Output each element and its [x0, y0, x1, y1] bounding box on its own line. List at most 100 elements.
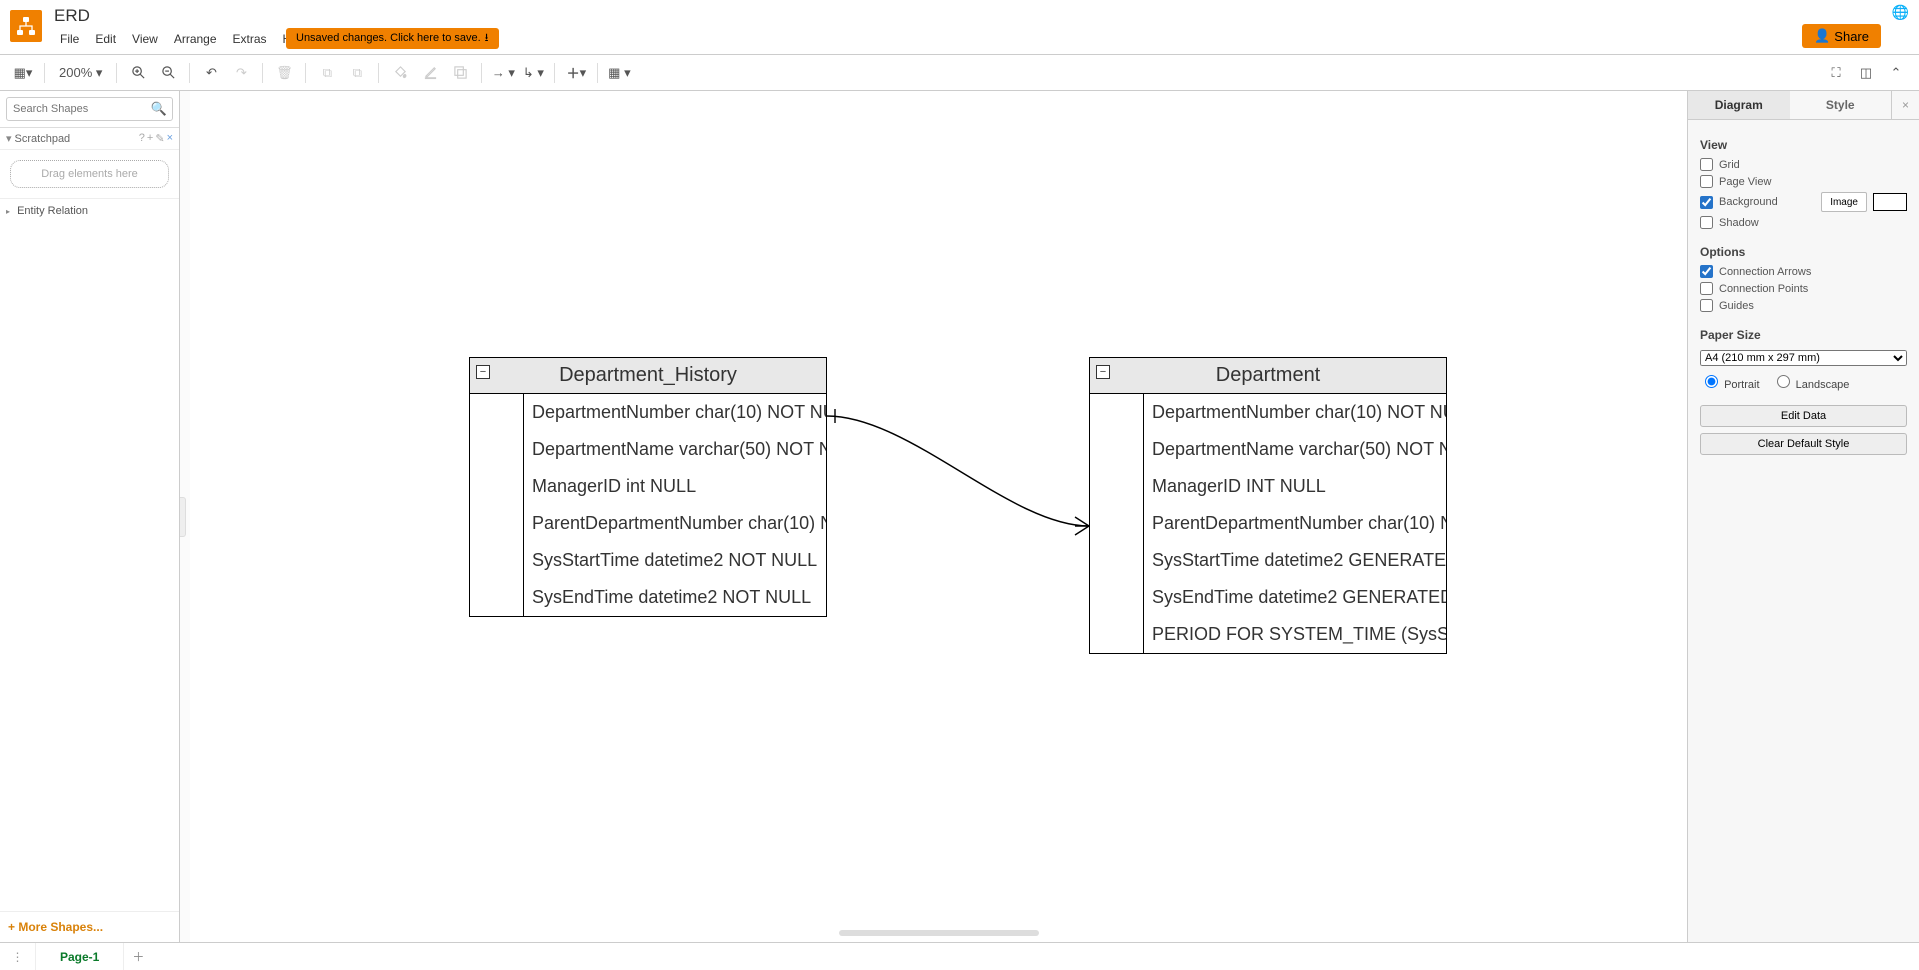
- collapse-toolbar-button[interactable]: ⌃: [1883, 60, 1909, 86]
- zoom-in-button[interactable]: [125, 60, 151, 86]
- chk-conn-arrows[interactable]: Connection Arrows: [1700, 263, 1907, 280]
- chk-conn-points[interactable]: Connection Points: [1700, 280, 1907, 297]
- paper-size-select[interactable]: A4 (210 mm x 297 mm): [1700, 350, 1907, 366]
- column-row[interactable]: ParentDepartmentNumber char(10) NULL: [524, 505, 826, 542]
- entity-header[interactable]: − Department_History: [470, 358, 826, 394]
- redo-button[interactable]: ↷: [228, 60, 254, 86]
- language-icon[interactable]: 🌐: [1892, 4, 1909, 21]
- to-front-button[interactable]: ⧉: [314, 60, 340, 86]
- document-title[interactable]: ERD: [54, 6, 90, 26]
- entity-key-column: [470, 394, 524, 616]
- waypoints-dropdown[interactable]: ↳ ▾: [520, 60, 546, 86]
- to-back-button[interactable]: ⧉: [344, 60, 370, 86]
- column-row[interactable]: SysEndTime datetime2 NOT NULL: [524, 579, 826, 616]
- collapse-icon[interactable]: −: [1096, 365, 1110, 379]
- chk-grid[interactable]: Grid: [1700, 156, 1907, 173]
- chk-pageview[interactable]: Page View: [1700, 173, 1907, 190]
- chk-background[interactable]: [1700, 196, 1713, 209]
- menu-extras[interactable]: Extras: [227, 30, 273, 48]
- column-row[interactable]: PERIOD FOR SYSTEM_TIME (SysStartTime, Sy…: [1144, 616, 1446, 653]
- radio-portrait[interactable]: Portrait: [1700, 372, 1760, 391]
- column-row[interactable]: ManagerID int NULL: [524, 468, 826, 505]
- scratchpad-help-icon[interactable]: ?: [139, 132, 145, 145]
- fullscreen-button[interactable]: ⛶: [1823, 60, 1849, 86]
- format-panel: Diagram Style × View Grid Page View Back…: [1687, 91, 1919, 942]
- column-row[interactable]: SysStartTime datetime2 GENERATED ALWAYS …: [1144, 542, 1446, 579]
- collapse-icon[interactable]: −: [476, 365, 490, 379]
- app-logo[interactable]: [10, 10, 42, 42]
- scratchpad-label: Scratchpad: [15, 133, 71, 145]
- column-row[interactable]: SysEndTime datetime2 GENERATED ALWAYS AS…: [1144, 579, 1446, 616]
- table-dropdown[interactable]: ▦ ▾: [606, 60, 632, 86]
- paper: − Department_History DepartmentNumber ch…: [190, 91, 1687, 942]
- share-button[interactable]: 👤 Share: [1802, 24, 1881, 48]
- column-row[interactable]: DepartmentName varchar(50) NOT NULL: [524, 431, 826, 468]
- page-tab-1[interactable]: Page-1: [36, 943, 124, 970]
- menu-view[interactable]: View: [126, 30, 164, 48]
- menu-edit[interactable]: Edit: [89, 30, 122, 48]
- insert-dropdown[interactable]: ＋▾: [563, 60, 589, 86]
- entity-title: Department: [1216, 364, 1321, 386]
- scratchpad-header[interactable]: ▾ Scratchpad ? + ✎ ×: [0, 128, 179, 150]
- footer-tabs: ⋮ Page-1 ＋: [0, 942, 1919, 970]
- connection-dropdown[interactable]: → ▾: [490, 60, 516, 86]
- download-icon: ⭳: [485, 28, 489, 49]
- toolbar: ▦▾ 200% ▾ ↶ ↷ 🗑 ⧉ ⧉ → ▾ ↳ ▾ ＋▾ ▦ ▾ ⛶ ◫ ⌃: [0, 55, 1919, 91]
- clear-style-button[interactable]: Clear Default Style: [1700, 433, 1907, 455]
- entity-department[interactable]: − Department DepartmentNumber char(10) N…: [1089, 357, 1447, 654]
- share-label: Share: [1834, 29, 1869, 44]
- scratchpad-edit-icon[interactable]: ✎: [155, 132, 164, 145]
- search-shapes-input[interactable]: [6, 97, 173, 121]
- panel-close-button[interactable]: ×: [1891, 91, 1919, 119]
- sidebar-splitter[interactable]: [180, 497, 186, 537]
- column-row[interactable]: ParentDepartmentNumber char(10) NULL: [1144, 505, 1446, 542]
- zoom-out-button[interactable]: [155, 60, 181, 86]
- tab-style[interactable]: Style: [1790, 91, 1892, 119]
- radio-landscape[interactable]: Landscape: [1772, 372, 1850, 391]
- page-tab-label: Page-1: [60, 950, 99, 964]
- canvas[interactable]: − Department_History DepartmentNumber ch…: [180, 91, 1687, 942]
- column-row[interactable]: DepartmentNumber char(10) NOT NULL: [1144, 394, 1446, 431]
- scratchpad-add-icon[interactable]: +: [147, 132, 153, 145]
- horizontal-scrollbar[interactable]: [839, 930, 1039, 936]
- more-shapes-button[interactable]: More Shapes...: [0, 911, 179, 942]
- scratchpad-hint: Drag elements here: [41, 168, 138, 180]
- entity-department-history[interactable]: − Department_History DepartmentNumber ch…: [469, 357, 827, 617]
- tab-diagram[interactable]: Diagram: [1688, 91, 1790, 119]
- shadow-button[interactable]: [447, 60, 473, 86]
- scratchpad-close-icon[interactable]: ×: [167, 132, 173, 145]
- background-color-swatch[interactable]: [1873, 193, 1907, 211]
- fill-color-button[interactable]: [387, 60, 413, 86]
- format-panel-toggle[interactable]: ◫: [1853, 60, 1879, 86]
- main-area: 🔍 ▾ Scratchpad ? + ✎ × Drag elements her…: [0, 91, 1919, 942]
- entity-columns: DepartmentNumber char(10) NOT NULL Depar…: [1144, 394, 1446, 653]
- section-paper-size: Paper Size: [1700, 328, 1907, 342]
- section-options: Options: [1700, 245, 1907, 259]
- unsaved-banner[interactable]: Unsaved changes. Click here to save. ⭳: [286, 28, 499, 49]
- menubar: ERD File Edit View Arrange Extras Help U…: [0, 0, 1919, 55]
- column-row[interactable]: ManagerID INT NULL: [1144, 468, 1446, 505]
- entity-header[interactable]: − Department: [1090, 358, 1446, 394]
- panel-tabs: Diagram Style ×: [1688, 91, 1919, 120]
- section-view: View: [1700, 138, 1907, 152]
- edit-data-button[interactable]: Edit Data: [1700, 405, 1907, 427]
- column-row[interactable]: SysStartTime datetime2 NOT NULL: [524, 542, 826, 579]
- delete-button[interactable]: 🗑: [271, 60, 297, 86]
- menu-file[interactable]: File: [54, 30, 85, 48]
- background-image-button[interactable]: Image: [1821, 192, 1867, 212]
- scratchpad-dropzone[interactable]: Drag elements here: [10, 160, 169, 188]
- add-page-button[interactable]: ＋: [124, 948, 152, 965]
- chk-guides[interactable]: Guides: [1700, 297, 1907, 314]
- zoom-dropdown[interactable]: 200% ▾: [53, 63, 108, 83]
- undo-button[interactable]: ↶: [198, 60, 224, 86]
- chk-shadow[interactable]: Shadow: [1700, 214, 1907, 231]
- entity-columns: DepartmentNumber char(10) NOT NULL Depar…: [524, 394, 826, 616]
- column-row[interactable]: DepartmentNumber char(10) NOT NULL: [524, 394, 826, 431]
- sidebar-toggle-button[interactable]: ▦▾: [10, 60, 36, 86]
- menu-arrange[interactable]: Arrange: [168, 30, 223, 48]
- shape-section-entity-relation[interactable]: Entity Relation: [0, 198, 179, 223]
- chk-background-label: Background: [1719, 196, 1815, 208]
- pages-menu-button[interactable]: ⋮: [0, 943, 36, 970]
- line-color-button[interactable]: [417, 60, 443, 86]
- column-row[interactable]: DepartmentName varchar(50) NOT NULL: [1144, 431, 1446, 468]
